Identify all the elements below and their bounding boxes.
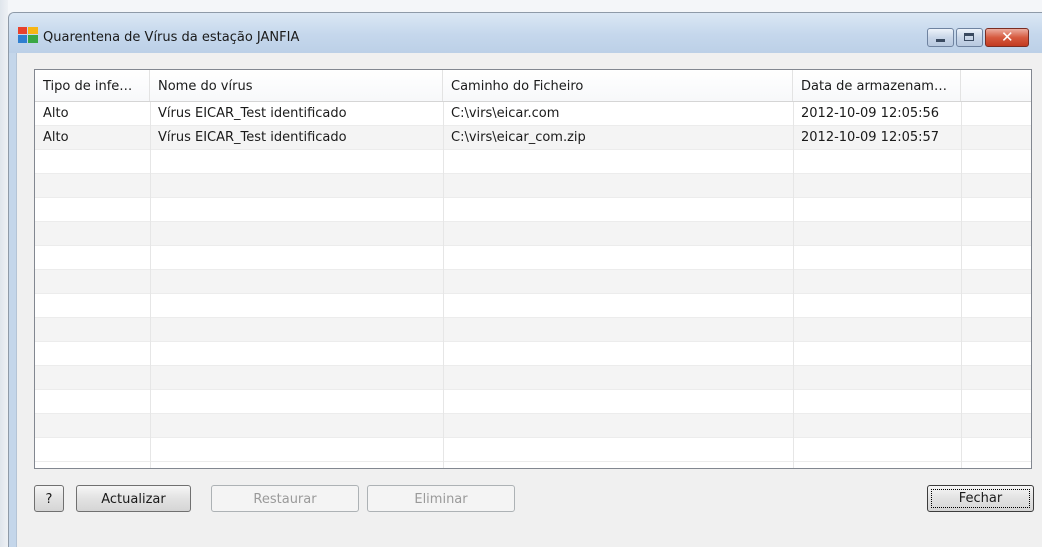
window-client-area: Tipo de infe… Nome do vírus Caminho do F… [16, 53, 1042, 547]
quarantine-window: Quarentena de Vírus da estação JANFIA ✕ … [8, 12, 1042, 547]
empty-row [35, 222, 1031, 246]
quarantine-list[interactable]: Tipo de infe… Nome do vírus Caminho do F… [34, 69, 1032, 469]
cell-infection-type: Alto [43, 106, 69, 121]
table-row[interactable]: Alto Vírus EICAR_Test identificado C:\vi… [35, 102, 1031, 126]
empty-row [35, 150, 1031, 174]
column-header-virus-name[interactable]: Nome do vírus [150, 70, 443, 101]
delete-button[interactable]: Eliminar [367, 485, 515, 512]
window-title: Quarentena de Vírus da estação JANFIA [43, 30, 300, 45]
cell-storage-date: 2012-10-09 12:05:56 [801, 106, 940, 121]
maximize-button[interactable] [956, 28, 983, 47]
cell-file-path: C:\virs\eicar_com.zip [451, 130, 586, 145]
empty-row [35, 414, 1031, 438]
cell-file-path: C:\virs\eicar.com [451, 106, 560, 121]
title-bar[interactable]: Quarentena de Vírus da estação JANFIA ✕ [9, 13, 1042, 53]
maximize-icon [964, 33, 974, 41]
empty-row [35, 366, 1031, 390]
table-row[interactable]: Alto Vírus EICAR_Test identificado C:\vi… [35, 126, 1031, 150]
empty-row [35, 246, 1031, 270]
empty-row [35, 318, 1031, 342]
restore-button[interactable]: Restaurar [211, 485, 359, 512]
empty-row [35, 342, 1031, 366]
cell-infection-type: Alto [43, 130, 69, 145]
cell-storage-date: 2012-10-09 12:05:57 [801, 130, 940, 145]
column-gridline [961, 102, 962, 468]
close-button[interactable]: Fechar [927, 485, 1034, 512]
column-gridline [443, 102, 444, 468]
refresh-button[interactable]: Actualizar [76, 485, 191, 512]
empty-row [35, 294, 1031, 318]
close-window-button[interactable]: ✕ [985, 28, 1029, 47]
minimize-icon [936, 39, 945, 42]
background-window-edge [0, 0, 8, 547]
column-header-infection-type[interactable]: Tipo de infe… [35, 70, 150, 101]
empty-row [35, 270, 1031, 294]
column-gridline [793, 102, 794, 468]
empty-row [35, 390, 1031, 414]
list-header: Tipo de infe… Nome do vírus Caminho do F… [35, 70, 1031, 102]
close-icon: ✕ [1001, 28, 1014, 46]
empty-row [35, 174, 1031, 198]
avg-logo-icon [18, 27, 38, 43]
empty-row [35, 198, 1031, 222]
column-header-storage-date[interactable]: Data de armazenam… [793, 70, 961, 101]
help-button[interactable]: ? [34, 485, 64, 512]
column-gridline [150, 102, 151, 468]
minimize-button[interactable] [927, 28, 954, 47]
column-header-extra[interactable] [961, 70, 1031, 101]
cell-virus-name: Vírus EICAR_Test identificado [158, 130, 347, 145]
cell-virus-name: Vírus EICAR_Test identificado [158, 106, 347, 121]
close-button-label: Fechar [931, 489, 1030, 508]
column-header-file-path[interactable]: Caminho do Ficheiro [443, 70, 793, 101]
empty-row [35, 438, 1031, 462]
